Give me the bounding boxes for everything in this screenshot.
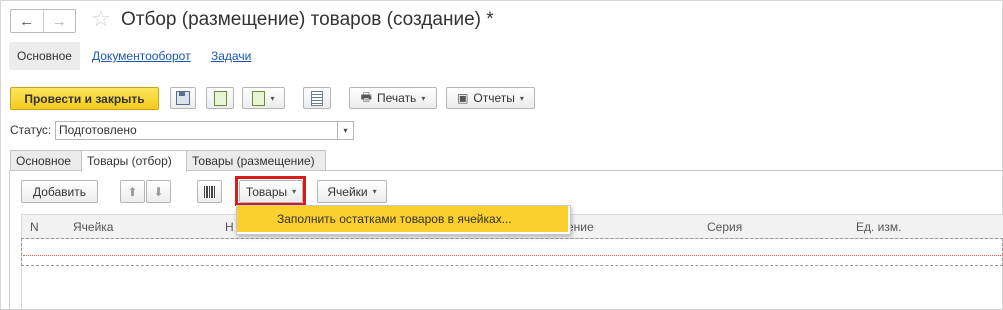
column-header-nomenclature[interactable]: Н <box>225 220 234 234</box>
add-button[interactable]: Добавить <box>21 180 98 203</box>
move-up-button[interactable]: ⬆ <box>120 180 145 203</box>
post-and-close-button[interactable]: Провести и закрыть <box>10 87 159 110</box>
post-document-icon <box>213 90 227 106</box>
table-row[interactable] <box>21 238 1003 266</box>
move-down-button[interactable]: ⬇ <box>146 180 171 203</box>
chevron-down-icon: ▾ <box>270 93 275 103</box>
structure-button[interactable] <box>303 87 331 109</box>
reports-icon: ▣ <box>457 91 469 105</box>
chevron-down-icon: ▾ <box>372 187 377 196</box>
floppy-icon <box>176 91 190 105</box>
chevron-down-icon: ▾ <box>519 93 524 103</box>
column-header-series[interactable]: Серия <box>707 220 742 234</box>
column-header-cell[interactable]: Ячейка <box>73 220 113 234</box>
content-border <box>9 170 10 310</box>
print-label: Печать <box>377 91 417 105</box>
printer-icon: 🖶 <box>360 89 372 104</box>
barcode-button[interactable] <box>197 180 222 203</box>
save-button[interactable] <box>170 87 196 109</box>
menu-item-fill-cell-stock[interactable]: Заполнить остатками товаров в ячейках... <box>237 206 568 232</box>
back-arrow-icon[interactable]: ← <box>11 10 43 32</box>
create-based-icon <box>252 90 266 106</box>
section-tab-tasks[interactable]: Задачи <box>211 42 251 70</box>
reports-button[interactable]: ▣ Отчеты ▾ <box>446 87 535 109</box>
arrow-up-icon: ⬆ <box>127 184 138 199</box>
reports-label: Отчеты <box>473 91 515 105</box>
nav-group: ← → <box>10 9 76 33</box>
post-button[interactable] <box>206 87 234 109</box>
section-tab-main[interactable]: Основное <box>9 42 80 70</box>
column-header-unit[interactable]: Ед. изм. <box>856 220 901 234</box>
create-based-on-button[interactable]: ▾ <box>242 87 285 109</box>
annotation-highlight <box>235 176 306 206</box>
column-header-n[interactable]: N <box>30 220 39 234</box>
status-label: Статус: <box>10 123 52 137</box>
status-field[interactable]: Подготовлено <box>55 121 338 140</box>
cells-menu-label: Ячейки <box>327 184 368 199</box>
column-header-characteristic[interactable]: ение <box>567 220 594 234</box>
barcode-icon <box>203 185 216 198</box>
tab-goods-placement[interactable]: Товары (размещение) <box>186 150 326 171</box>
table-row-marker <box>23 255 1003 256</box>
section-tab-docflow[interactable]: Документооборот <box>92 42 191 70</box>
print-button[interactable]: 🖶 Печать ▾ <box>349 87 437 109</box>
forward-arrow-icon[interactable]: → <box>42 10 76 32</box>
list-icon <box>311 90 323 106</box>
page-title: Отбор (размещение) товаров (создание) * <box>121 9 494 30</box>
favorite-star-icon[interactable]: ☆ <box>91 7 111 31</box>
status-dropdown-button[interactable]: ▾ <box>337 121 354 140</box>
cells-menu-button[interactable]: Ячейки ▾ <box>317 180 387 203</box>
arrow-down-icon: ⬇ <box>153 184 164 199</box>
tab-goods-picking[interactable]: Товары (отбор) <box>81 150 187 172</box>
tab-main[interactable]: Основное <box>10 150 82 171</box>
chevron-down-icon: ▾ <box>421 93 426 103</box>
